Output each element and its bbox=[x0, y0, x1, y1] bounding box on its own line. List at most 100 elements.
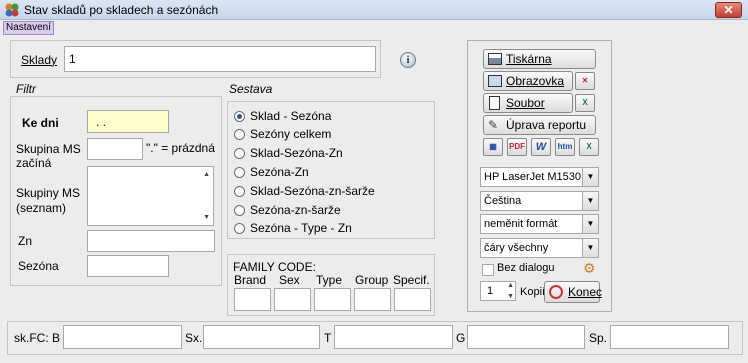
printer-select[interactable]: HP LaserJet M1530 ▼ bbox=[480, 167, 599, 187]
radio-button[interactable] bbox=[234, 111, 245, 122]
kopii-stepper[interactable]: 1 ▲ ▼ bbox=[480, 281, 516, 301]
scroll-up-icon[interactable]: ▲ bbox=[203, 171, 210, 178]
filtr-heading: Filtr bbox=[16, 82, 36, 96]
clear-preview-icon[interactable]: ✕ bbox=[575, 72, 595, 90]
chevron-down-icon[interactable]: ▼ bbox=[582, 192, 598, 210]
stepper-down-icon[interactable]: ▼ bbox=[507, 293, 514, 300]
sklady-value: 1 bbox=[69, 52, 76, 66]
radio-label: Sezóna-Zn bbox=[250, 165, 309, 179]
radio-button[interactable] bbox=[234, 186, 245, 197]
radio-option-0[interactable]: Sklad - Sezóna bbox=[234, 108, 424, 124]
bez-dialogu-checkbox[interactable] bbox=[482, 264, 494, 276]
language-select-value: Čeština bbox=[484, 195, 522, 207]
printer-select-value: HP LaserJet M1530 bbox=[484, 171, 582, 183]
ke-dni-input[interactable]: . . bbox=[87, 110, 169, 133]
radio-option-6[interactable]: Sezóna - Type - Zn bbox=[234, 220, 424, 236]
word-icon[interactable]: W bbox=[531, 138, 551, 156]
family-sex-input[interactable] bbox=[274, 288, 311, 311]
radio-label: Sezóny celkem bbox=[250, 127, 332, 141]
g-input[interactable] bbox=[467, 325, 585, 349]
format-select-value: neměnit formát bbox=[484, 218, 558, 230]
pdf-icon[interactable]: PDF bbox=[507, 138, 527, 156]
soubor-label: Soubor bbox=[506, 96, 545, 110]
chevron-down-icon[interactable]: ▼ bbox=[582, 215, 598, 233]
radio-label: Sezóna-zn-šarže bbox=[250, 203, 341, 217]
printer-icon bbox=[488, 53, 502, 65]
sklady-label: Sklady bbox=[21, 53, 58, 67]
bez-dialogu-label: Bez dialogu bbox=[497, 262, 555, 274]
sezona-input[interactable] bbox=[87, 255, 169, 277]
radio-option-4[interactable]: Sklad-Sezóna-zn-šarže bbox=[234, 183, 424, 199]
ke-dni-value: . . bbox=[96, 115, 107, 129]
radio-option-1[interactable]: Sezóny celkem bbox=[234, 126, 424, 142]
format-select[interactable]: neměnit formát ▼ bbox=[480, 214, 599, 234]
app-icon bbox=[5, 3, 19, 17]
html-icon[interactable]: htm bbox=[555, 138, 575, 156]
radio-button[interactable] bbox=[234, 205, 245, 216]
radio-button[interactable] bbox=[234, 148, 245, 159]
obrazovka-label: Obrazovka bbox=[506, 74, 565, 88]
radio-option-5[interactable]: Sezóna-zn-šarže bbox=[234, 202, 424, 218]
kopii-label: Kopií bbox=[520, 286, 546, 298]
t-label: T bbox=[324, 331, 332, 345]
sezona-label: Sezóna bbox=[18, 259, 59, 273]
language-select[interactable]: Čeština ▼ bbox=[480, 191, 599, 211]
radio-label: Sklad - Sezóna bbox=[250, 109, 332, 123]
obrazovka-button[interactable]: Obrazovka bbox=[483, 71, 573, 91]
wand-icon: ✎ bbox=[488, 118, 499, 132]
family-group-input[interactable] bbox=[354, 288, 391, 311]
lines-select[interactable]: čáry všechny ▼ bbox=[480, 238, 599, 258]
radio-button[interactable] bbox=[234, 129, 245, 140]
kopii-value: 1 bbox=[487, 285, 494, 297]
skfc-input[interactable] bbox=[63, 325, 182, 349]
info-icon[interactable]: i bbox=[400, 52, 416, 68]
zn-input[interactable] bbox=[87, 230, 215, 252]
chevron-down-icon[interactable]: ▼ bbox=[582, 239, 598, 257]
skupiny-textarea[interactable]: ▲ ▼ bbox=[87, 166, 214, 226]
skupina-label-line2: začíná bbox=[16, 156, 52, 170]
window-title: Stav skladů po skladech a sezónách bbox=[24, 3, 219, 17]
skupiny-label-line2: (seznam) bbox=[16, 201, 67, 215]
menu-nastaveni[interactable]: Nastavení bbox=[3, 21, 55, 35]
stepper-up-icon[interactable]: ▲ bbox=[507, 282, 514, 289]
radio-button[interactable] bbox=[234, 167, 245, 178]
table-icon[interactable]: ▦ bbox=[483, 138, 503, 156]
sp-label: Sp. bbox=[589, 331, 608, 345]
radio-label: Sezóna - Type - Zn bbox=[250, 221, 352, 235]
radio-option-3[interactable]: Sezóna-Zn bbox=[234, 164, 424, 180]
skupina-label: Skupina MS začíná bbox=[16, 142, 81, 170]
uprava-reportu-button[interactable]: ✎ Úprava reportu bbox=[483, 115, 596, 135]
ke-dni-label: Ke dni bbox=[22, 116, 59, 130]
close-button[interactable]: ✕ bbox=[715, 2, 742, 18]
family-type-input[interactable] bbox=[314, 288, 351, 311]
konec-label: Konec bbox=[568, 285, 603, 299]
sx-input[interactable] bbox=[203, 325, 320, 349]
t-input[interactable] bbox=[334, 325, 453, 349]
skupina-input[interactable] bbox=[87, 138, 143, 160]
menu-bar bbox=[0, 20, 748, 36]
radio-button[interactable] bbox=[234, 223, 245, 234]
radio-label: Sklad-Sezóna-zn-šarže bbox=[250, 184, 375, 198]
sp-input[interactable] bbox=[610, 325, 729, 349]
family-col-sex: Sex bbox=[279, 273, 300, 287]
radio-label: Sklad-Sezóna-Zn bbox=[250, 146, 343, 160]
scroll-down-icon[interactable]: ▼ bbox=[203, 214, 210, 221]
skupiny-label: Skupiny MS (seznam) bbox=[16, 186, 80, 216]
family-brand-input[interactable] bbox=[234, 288, 271, 311]
skfc-label: sk.FC: B bbox=[14, 331, 61, 345]
excel-icon[interactable]: X bbox=[575, 94, 595, 112]
family-specif-input[interactable] bbox=[394, 288, 431, 311]
family-col-brand: Brand bbox=[234, 273, 267, 287]
sklady-input[interactable]: 1 bbox=[64, 46, 376, 72]
settings-key-icon[interactable]: ⚙ bbox=[583, 260, 596, 277]
tiskarna-button[interactable]: Tiskárna bbox=[483, 49, 596, 69]
power-icon bbox=[549, 285, 563, 299]
radio-option-2[interactable]: Sklad-Sezóna-Zn bbox=[234, 145, 424, 161]
family-code-heading: FAMILY CODE: bbox=[233, 260, 316, 274]
soubor-button[interactable]: Soubor bbox=[483, 93, 573, 113]
excel-export-icon[interactable]: X bbox=[579, 138, 599, 156]
konec-button[interactable]: Konec bbox=[544, 281, 603, 303]
uprava-label: Úprava reportu bbox=[506, 118, 587, 132]
family-col-group: Group bbox=[355, 273, 389, 287]
chevron-down-icon[interactable]: ▼ bbox=[582, 168, 598, 186]
